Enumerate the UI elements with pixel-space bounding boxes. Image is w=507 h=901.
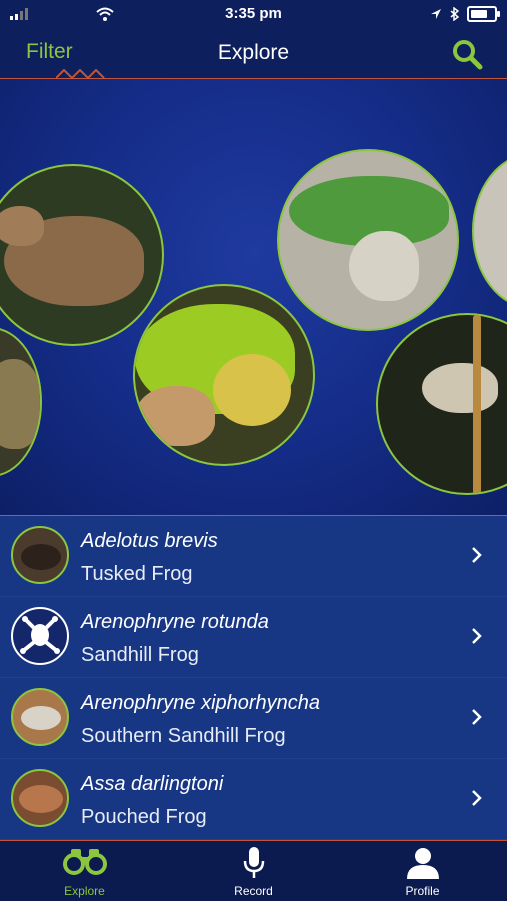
filter-zigzag-icon: [56, 69, 105, 79]
person-icon: [406, 848, 439, 879]
microphone-icon: [243, 847, 264, 878]
common-name: Sandhill Frog: [81, 644, 199, 666]
common-name: Southern Sandhill Frog: [81, 725, 286, 747]
species-thumbnail: [11, 769, 69, 827]
species-thumbnail: [11, 688, 69, 746]
scientific-name: Arenophryne xiphorhyncha: [81, 692, 321, 714]
frog-bubble[interactable]: [376, 313, 507, 495]
battery-icon: [467, 6, 500, 22]
common-name: Pouched Frog: [81, 806, 207, 828]
chevron-right-icon: [472, 790, 482, 806]
nav-header: Filter Explore: [0, 28, 507, 79]
scientific-name: Arenophryne rotunda: [81, 611, 269, 633]
search-icon[interactable]: [451, 38, 483, 70]
tab-label: Explore: [64, 884, 105, 898]
tab-explore[interactable]: Explore: [25, 841, 145, 901]
frog-silhouette-icon: [20, 616, 60, 654]
binoculars-icon: [62, 849, 107, 875]
tab-label: Profile: [405, 884, 440, 898]
page-title: Explore: [217, 41, 290, 64]
common-name: Tusked Frog: [81, 563, 193, 585]
list-item[interactable]: Assa darlingtoni Pouched Frog: [0, 759, 507, 840]
chevron-right-icon: [472, 628, 482, 644]
frog-bubble-gallery: [0, 79, 507, 515]
species-list: Adelotus brevis Tusked Frog Arenophryne …: [0, 516, 507, 840]
status-bar: 3:35 pm: [0, 0, 507, 28]
species-thumbnail: [11, 526, 69, 584]
list-item[interactable]: Arenophryne xiphorhyncha Southern Sandhi…: [0, 678, 507, 759]
tab-bar: Explore Record Profile: [0, 840, 507, 901]
frog-bubble[interactable]: [0, 327, 42, 477]
frog-bubble[interactable]: [472, 153, 507, 309]
species-thumbnail: [11, 607, 69, 665]
chevron-right-icon: [472, 709, 482, 725]
list-item[interactable]: Adelotus brevis Tusked Frog: [0, 516, 507, 597]
scientific-name: Adelotus brevis: [81, 530, 218, 552]
tab-profile[interactable]: Profile: [363, 841, 483, 901]
list-item[interactable]: Arenophryne rotunda Sandhill Frog: [0, 597, 507, 678]
status-time: 3:35 pm: [225, 5, 282, 22]
tab-record[interactable]: Record: [194, 841, 314, 901]
filter-button[interactable]: Filter: [26, 40, 73, 64]
frog-bubble[interactable]: [0, 164, 164, 346]
chevron-right-icon: [472, 547, 482, 563]
frog-bubble[interactable]: [277, 149, 459, 331]
tab-label: Record: [234, 884, 273, 898]
scientific-name: Assa darlingtoni: [81, 773, 224, 795]
frog-bubble[interactable]: [133, 284, 315, 466]
